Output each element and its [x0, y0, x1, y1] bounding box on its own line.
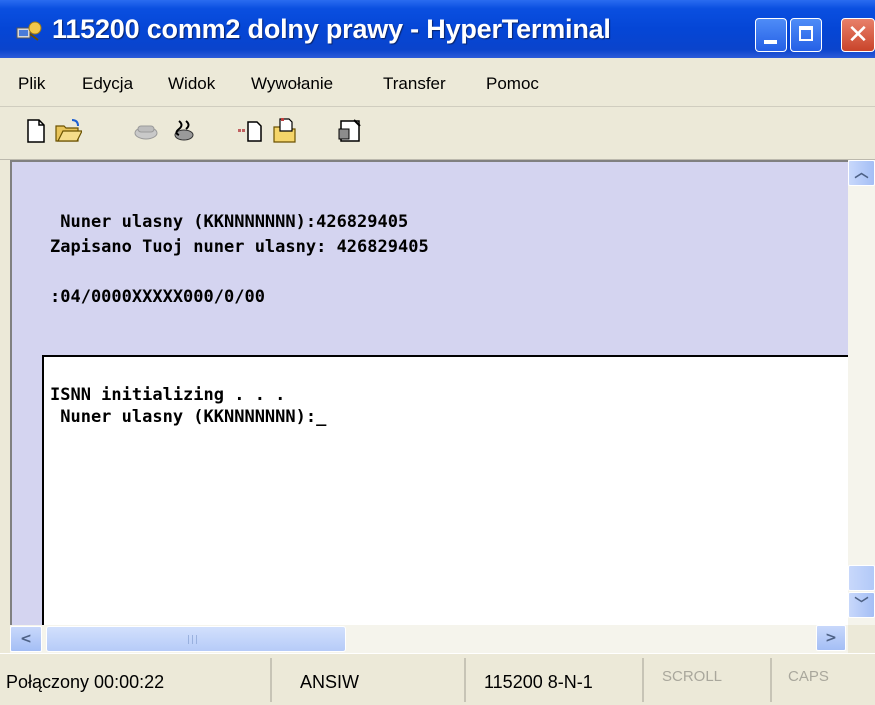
terminal-area[interactable]: Nuner ulasny (KKNNNNNNN):426829405 Zapis… — [10, 160, 848, 625]
status-port-settings: 115200 8-N-1 — [484, 672, 593, 692]
send-file-icon[interactable] — [236, 117, 264, 145]
status-bar: Połączony 00:00:22 ANSIW 115200 8-N-1 SC… — [0, 653, 875, 705]
chevron-right-icon: > — [825, 630, 837, 646]
status-emulation-cell: ANSIW — [272, 658, 466, 702]
title-bar[interactable]: 115200 comm2 dolny prawy - HyperTerminal… — [0, 0, 875, 58]
chevron-left-icon: < — [20, 631, 32, 647]
close-icon: ✕ — [847, 20, 869, 50]
status-port-cell: 115200 8-N-1 — [466, 658, 644, 702]
terminal-line-own-number: Nuner ulasny (KKNNNNNNN):426829405 — [50, 212, 409, 232]
maximize-button[interactable] — [790, 18, 822, 52]
maximize-icon — [799, 26, 813, 41]
menu-bar: Plik Edycja Widok Wywołanie Transfer Pom… — [0, 58, 875, 107]
menu-transfer[interactable]: Transfer — [383, 74, 446, 94]
vertical-scroll-thumb[interactable] — [848, 565, 875, 591]
status-scroll-cell: SCROLL — [644, 658, 772, 702]
menu-edycja[interactable]: Edycja — [82, 74, 133, 94]
status-caps: CAPS — [788, 668, 829, 685]
open-folder-icon[interactable] — [54, 117, 82, 145]
close-button[interactable]: ✕ — [841, 18, 875, 52]
minimize-icon — [764, 40, 777, 44]
scroll-left-button[interactable]: < — [10, 626, 42, 652]
horizontal-scrollbar[interactable]: < ||| — [10, 625, 848, 653]
minimize-button[interactable] — [755, 18, 787, 52]
chevron-down-icon: ﹀ — [854, 597, 869, 613]
new-file-icon[interactable] — [22, 117, 50, 145]
scroll-up-button[interactable]: ︿ — [848, 160, 875, 186]
screen-line-initializing: ISNN initializing . . . — [50, 385, 286, 405]
connect-icon[interactable] — [132, 117, 160, 145]
scroll-down-button[interactable]: ﹀ — [848, 592, 875, 618]
receive-file-icon[interactable] — [271, 117, 299, 145]
menu-pomoc[interactable]: Pomoc — [486, 74, 539, 94]
menu-widok[interactable]: Widok — [168, 74, 215, 94]
status-connection-cell: Połączony 00:00:22 — [0, 658, 272, 702]
vertical-scrollbar[interactable]: ︿ ﹀ — [848, 160, 875, 625]
terminal-line-saved-number: Zapisano Tuoj nuner ulasny: 426829405 — [50, 237, 429, 257]
terminal-screen[interactable]: ISNN initializing . . . Nuner ulasny (KK… — [42, 355, 848, 625]
terminal-line-status-code: :04/0000XXXXX000/0/00 — [50, 287, 265, 307]
hyperterminal-app-icon[interactable] — [16, 20, 42, 42]
status-scroll: SCROLL — [662, 668, 723, 685]
horizontal-scroll-thumb[interactable]: ||| — [46, 626, 346, 652]
toolbar — [0, 107, 875, 160]
screen-line-prompt: Nuner ulasny (KKNNNNNNN):_ — [50, 407, 327, 427]
grip-icon: ||| — [187, 635, 200, 645]
status-caps-cell: CAPS — [772, 658, 875, 702]
scroll-right-button[interactable]: > — [816, 625, 846, 651]
menu-plik[interactable]: Plik — [18, 74, 45, 94]
disconnect-icon[interactable] — [170, 117, 198, 145]
status-connection-time: Połączony 00:00:22 — [6, 672, 165, 692]
chevron-up-icon: ︿ — [854, 165, 869, 181]
properties-icon[interactable] — [336, 117, 364, 145]
window-title: 115200 comm2 dolny prawy - HyperTerminal — [52, 14, 611, 44]
menu-wywolanie[interactable]: Wywołanie — [251, 74, 333, 94]
status-emulation: ANSIW — [300, 672, 360, 692]
